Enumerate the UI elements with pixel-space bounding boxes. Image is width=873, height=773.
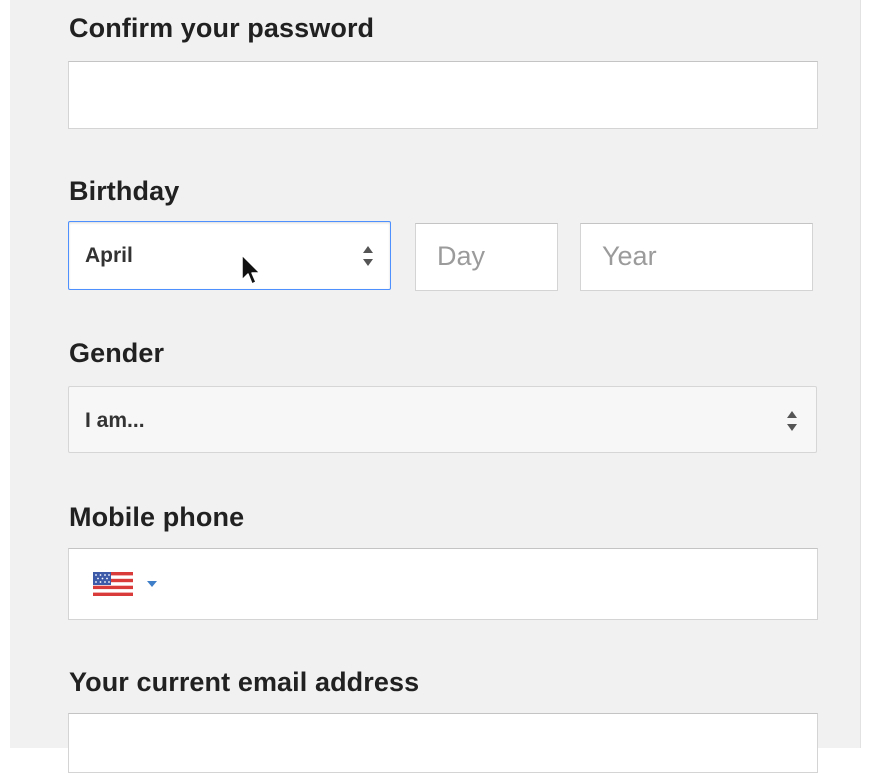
gender-label: Gender <box>69 338 165 368</box>
mobile-phone-input[interactable] <box>68 548 818 620</box>
current-email-input[interactable] <box>68 713 818 773</box>
birthday-month-value: April <box>85 244 133 267</box>
birthday-year-placeholder: Year <box>602 241 657 271</box>
gender-value: I am... <box>85 409 145 432</box>
gender-select[interactable]: I am... <box>68 386 817 453</box>
sort-arrows-icon <box>363 246 373 266</box>
confirm-password-input[interactable] <box>68 61 818 129</box>
mobile-phone-label: Mobile phone <box>69 502 245 532</box>
birthday-month-select[interactable]: April <box>68 221 391 290</box>
confirm-password-label: Confirm your password <box>69 13 375 43</box>
us-flag-icon <box>93 572 133 596</box>
caret-down-icon <box>147 581 157 587</box>
country-picker[interactable] <box>93 572 165 598</box>
birthday-year-input[interactable]: Year <box>580 223 813 291</box>
birthday-day-input[interactable]: Day <box>415 223 558 291</box>
birthday-day-placeholder: Day <box>437 241 486 271</box>
current-email-label: Your current email address <box>69 667 420 697</box>
birthday-label: Birthday <box>69 176 180 206</box>
sort-arrows-icon <box>787 411 797 431</box>
